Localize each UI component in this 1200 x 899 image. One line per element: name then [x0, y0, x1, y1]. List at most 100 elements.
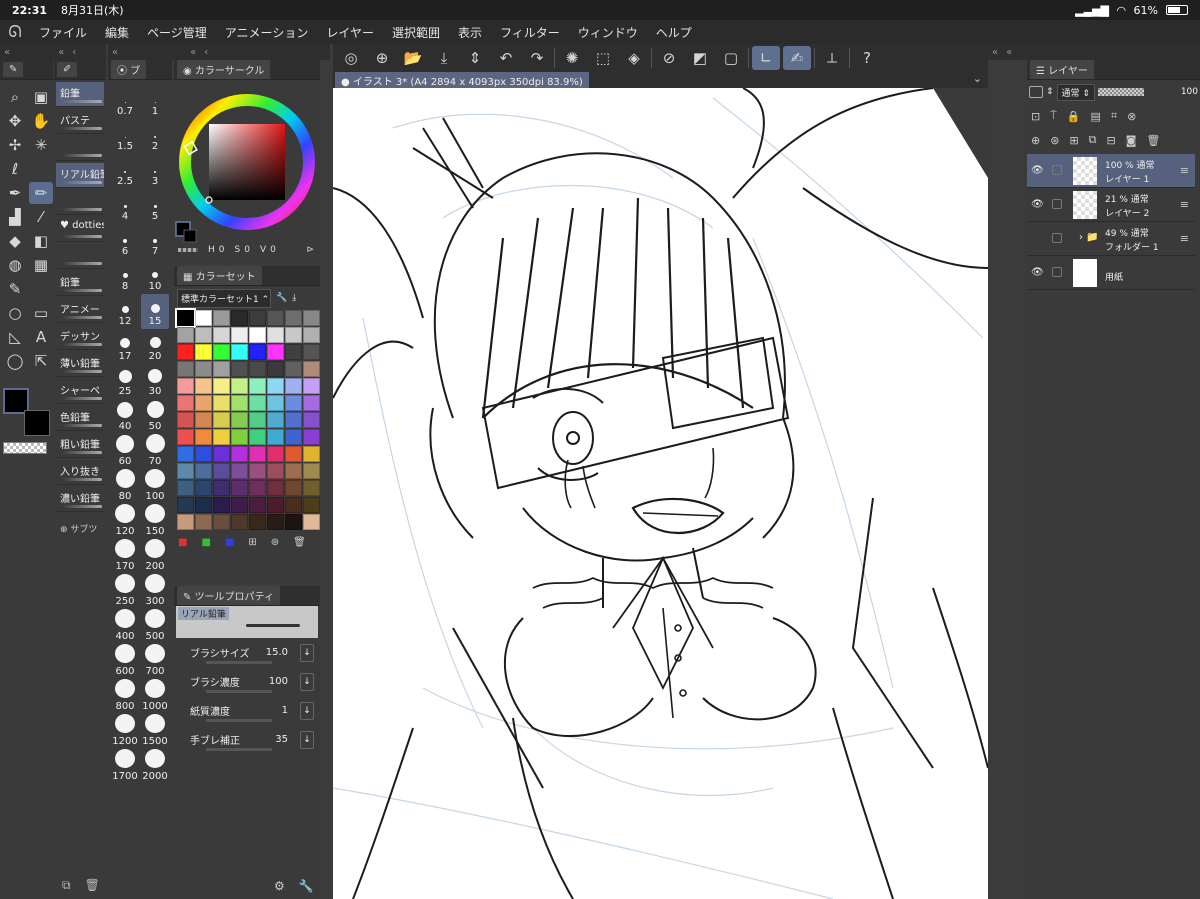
merge-icon[interactable]: ⊟	[1107, 134, 1116, 147]
brush-size-cell[interactable]: 20	[141, 329, 169, 364]
add-color-icon[interactable]: ⊞	[248, 537, 256, 548]
color-swatch[interactable]	[285, 395, 302, 411]
eye-icon[interactable]: 👁	[1031, 199, 1044, 210]
brush-size-cell[interactable]: 7	[141, 224, 169, 259]
brush-size-cell[interactable]: 15	[141, 294, 169, 329]
brush-size-cell[interactable]: 50	[141, 399, 169, 434]
color-swatch[interactable]	[267, 361, 284, 377]
frame-icon[interactable]: ▢	[717, 46, 745, 70]
color-swatch[interactable]	[195, 429, 212, 445]
brush-size-tab-label[interactable]: ⦿ ブ	[111, 60, 147, 79]
clip-icon[interactable]: ⊡	[1031, 110, 1040, 123]
pencil-icon[interactable]: ✏	[29, 182, 53, 204]
updown-icon[interactable]: ⇕	[461, 46, 489, 70]
color-swatch[interactable]	[285, 480, 302, 496]
brush-size-cell[interactable]: 30	[141, 364, 169, 399]
lock-icon[interactable]: 🔒	[1067, 110, 1081, 123]
move-layer-icon[interactable]: ✥	[3, 110, 27, 132]
color-swatch[interactable]	[195, 395, 212, 411]
color-swatch[interactable]	[231, 497, 248, 513]
hand-icon[interactable]: ✋	[29, 110, 53, 132]
color-swatch[interactable]	[195, 310, 212, 326]
color-swatch[interactable]	[213, 497, 230, 513]
layer-checkbox[interactable]	[1052, 165, 1062, 175]
layer-row[interactable]: › 📁 49 % 通常 フォルダー 1 ≡	[1027, 222, 1195, 256]
sub-tool-item[interactable]	[56, 136, 104, 161]
color-swatch[interactable]	[303, 497, 320, 513]
brush-size-cell[interactable]: 300	[141, 574, 169, 609]
color-swatch[interactable]	[249, 395, 266, 411]
blank-icon[interactable]	[29, 158, 53, 180]
brush-size-cell[interactable]: 12	[111, 294, 139, 329]
canvas-area[interactable]	[333, 88, 988, 899]
sketch-canvas[interactable]	[333, 88, 988, 899]
frame-icon[interactable]: ▭	[29, 302, 53, 324]
trash-icon[interactable]: 🗑	[85, 878, 100, 893]
menu-animation[interactable]: アニメーション	[216, 24, 318, 41]
color-swatch[interactable]	[213, 344, 230, 360]
color-swatch[interactable]	[195, 361, 212, 377]
menu-window[interactable]: ウィンドウ	[569, 24, 647, 41]
undo-icon[interactable]: ↶	[492, 46, 520, 70]
chevron-down-icon[interactable]: ⌄	[973, 72, 982, 85]
color-swatch[interactable]	[213, 378, 230, 394]
layer-color-icon[interactable]	[1029, 86, 1043, 98]
layer-row[interactable]: 👁 21 % 通常 レイヤー 2 ≡	[1027, 188, 1195, 222]
color-swatch[interactable]	[285, 514, 302, 530]
reference-icon[interactable]: ⍑	[1050, 109, 1057, 123]
sub-tool-item[interactable]: アニメー	[56, 298, 104, 323]
color-set-select[interactable]: 標準カラーセット1 ⌃	[177, 288, 271, 308]
color-swatch[interactable]	[231, 480, 248, 496]
spiral-icon[interactable]: ◎	[337, 46, 365, 70]
sub-tool-item[interactable]	[56, 244, 104, 269]
folder-icon[interactable]: › 📁	[1079, 232, 1099, 243]
brush-size-cell[interactable]: 1	[141, 84, 169, 119]
brush-size-cell[interactable]: 4	[111, 189, 139, 224]
sub-tool-item[interactable]: 薄い鉛筆	[56, 352, 104, 377]
color-swatch[interactable]	[267, 463, 284, 479]
color-swatch[interactable]	[213, 327, 230, 343]
color-swatch[interactable]	[177, 327, 194, 343]
color-swatch[interactable]	[195, 446, 212, 462]
color-swatch[interactable]	[213, 412, 230, 428]
color-swatch[interactable]	[285, 327, 302, 343]
color-wheel[interactable]	[174, 80, 320, 260]
auto-select-icon[interactable]: ✳	[29, 134, 53, 156]
property-step-icon[interactable]: ↓	[300, 643, 314, 662]
color-swatch[interactable]	[213, 446, 230, 462]
property-value[interactable]: 15.0	[266, 647, 288, 658]
color-circle-tab-label[interactable]: ◉ カラーサークル	[177, 60, 271, 79]
color-swatch[interactable]	[303, 463, 320, 479]
lock-alpha-icon[interactable]: ▤	[1091, 110, 1101, 123]
color-swatch[interactable]	[177, 497, 194, 513]
app-logo-icon[interactable]: ᘏ	[0, 22, 30, 42]
menu-edit[interactable]: 編集	[96, 24, 138, 41]
hsv-switch-icon[interactable]: ⊳	[306, 245, 314, 255]
brush-size-cell[interactable]: 2	[141, 119, 169, 154]
brush-size-cell[interactable]: 800	[111, 679, 139, 714]
eye-icon[interactable]: 👁	[1031, 267, 1044, 278]
blank2-icon[interactable]	[29, 278, 53, 300]
clear-icon[interactable]: ⊘	[655, 46, 683, 70]
color-swatch[interactable]	[249, 412, 266, 428]
layer-checkbox[interactable]	[1052, 267, 1062, 277]
brush-size-cell[interactable]: 80	[111, 469, 139, 504]
color-swatch[interactable]	[303, 480, 320, 496]
delete-layer-icon[interactable]: 🗑	[1146, 134, 1160, 147]
color-swatch[interactable]	[177, 395, 194, 411]
color-swatch[interactable]	[267, 412, 284, 428]
pen-icon[interactable]: ✒	[3, 182, 27, 204]
color-swatch[interactable]	[177, 361, 194, 377]
menu-layer[interactable]: レイヤー	[317, 24, 383, 41]
layer-menu-icon[interactable]: ≡	[1180, 198, 1189, 211]
wrench-icon[interactable]: 🔧	[276, 293, 287, 303]
brush-size-cell[interactable]: 100	[141, 469, 169, 504]
color-swatch[interactable]	[303, 344, 320, 360]
document-tab[interactable]: ● イラスト 3* (A4 2894 x 4093px 350dpi 83.9%…	[335, 72, 589, 88]
transform-icon[interactable]: ⬚	[589, 46, 617, 70]
brush-size-cell[interactable]: 150	[141, 504, 169, 539]
color-swatch[interactable]	[249, 378, 266, 394]
sub-tool-item[interactable]: シャーペ	[56, 379, 104, 404]
fill-icon[interactable]: ▟	[3, 206, 27, 228]
property-slider[interactable]	[206, 661, 272, 664]
